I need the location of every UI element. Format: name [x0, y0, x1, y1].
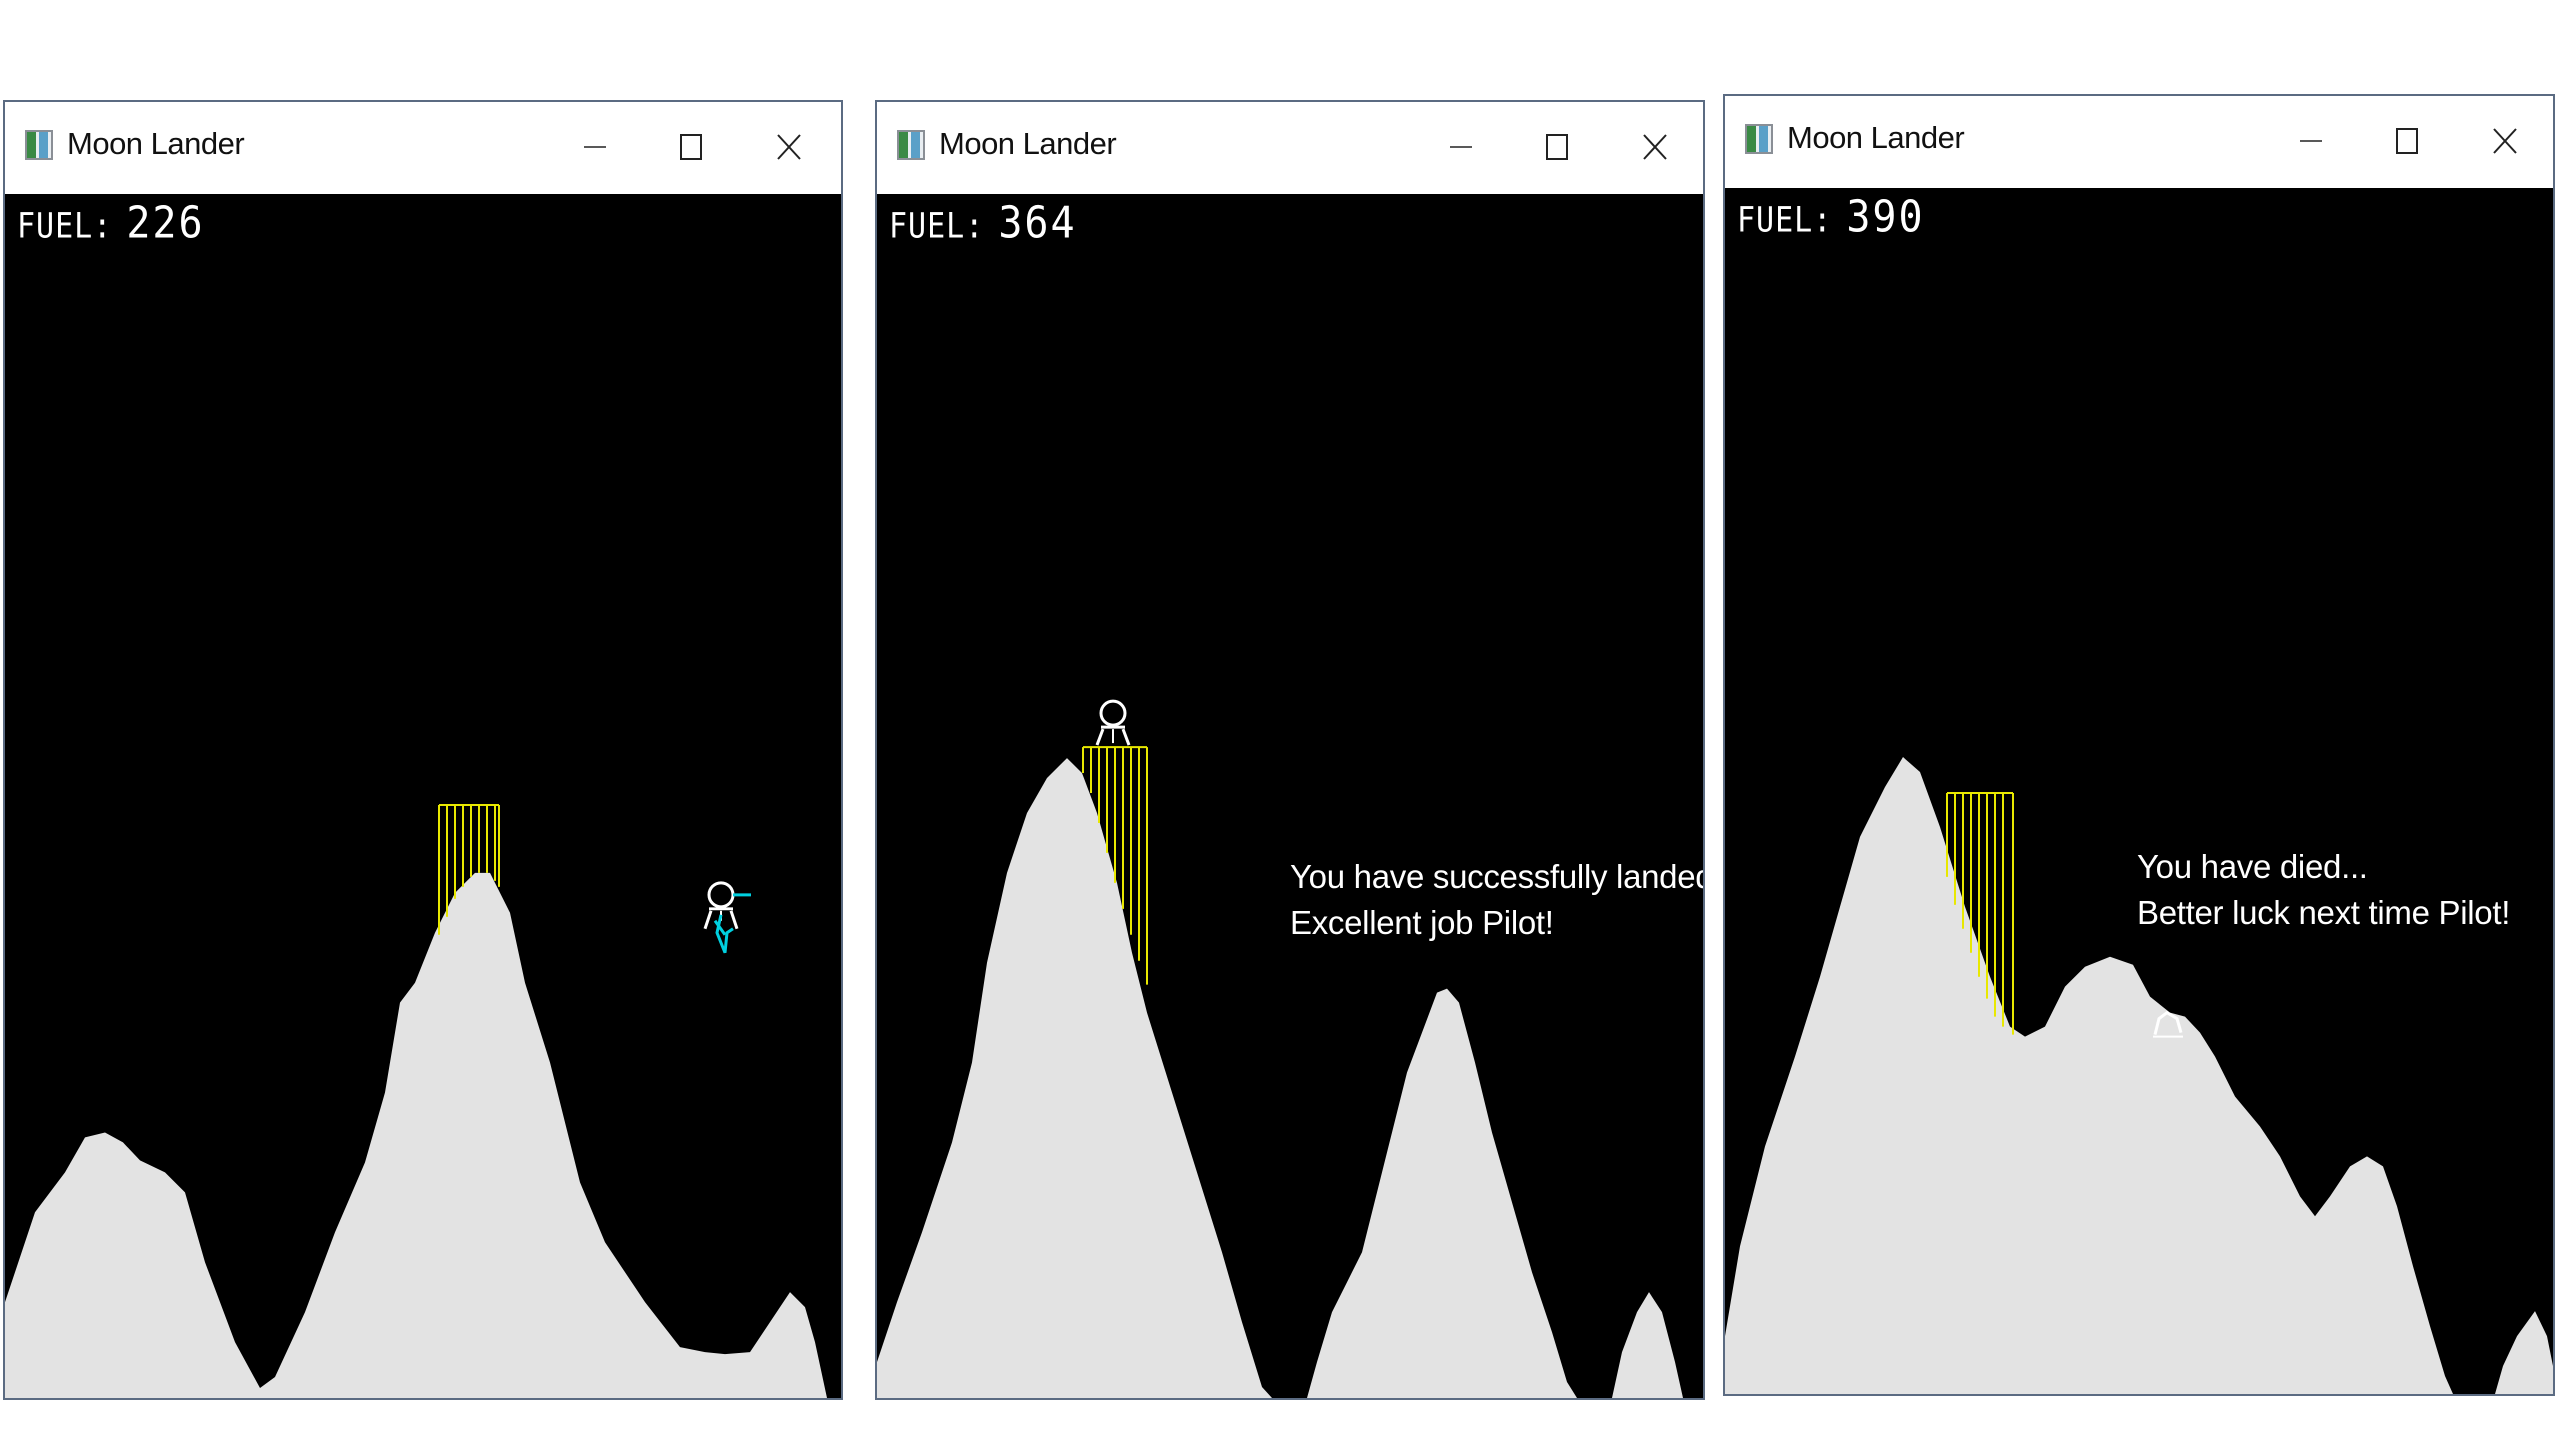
fuel-value: 390: [1846, 191, 1925, 243]
page: Moon Lander FUEL: 226 Moon Lander FUEL: …: [0, 0, 2560, 1440]
game-canvas[interactable]: FUEL: 364 You have successfully landed! …: [877, 194, 1703, 1398]
maximize-button[interactable]: [2375, 110, 2439, 172]
fuel-label: FUEL:: [1737, 200, 1833, 241]
fuel-label: FUEL:: [889, 206, 985, 247]
moon-lander-window-1: Moon Lander FUEL: 226: [3, 100, 843, 1400]
game-scene: [877, 699, 1683, 1398]
close-icon: [777, 134, 801, 160]
lander: [703, 881, 739, 930]
title-bar[interactable]: Moon Lander: [877, 102, 1703, 194]
minimize-icon: [1450, 146, 1472, 148]
maximize-icon: [680, 134, 702, 160]
status-message: You have successfully landed! Excellent …: [1290, 854, 1703, 946]
window-title: Moon Lander: [939, 126, 1117, 161]
minimize-icon: [584, 146, 606, 148]
close-button[interactable]: [1623, 116, 1687, 178]
app-icon: [897, 130, 925, 160]
title-bar[interactable]: Moon Lander: [5, 102, 841, 194]
maximize-icon: [1546, 134, 1568, 160]
game-canvas[interactable]: FUEL: 226: [5, 194, 841, 1398]
app-icon: [25, 130, 53, 160]
minimize-button[interactable]: [2279, 110, 2343, 172]
lunar-terrain: [5, 872, 827, 1398]
fuel-value: 364: [998, 197, 1077, 249]
close-button[interactable]: [757, 116, 821, 178]
status-message: You have died... Better luck next time P…: [2137, 844, 2510, 936]
thrust-flame: [713, 893, 751, 954]
status-message-line-2: Better luck next time Pilot!: [2137, 894, 2511, 931]
moon-lander-window-2: Moon Lander FUEL: 364 You have successfu…: [875, 100, 1705, 1400]
window-title: Moon Lander: [1787, 120, 1965, 155]
status-message-line-2: Excellent job Pilot!: [1290, 904, 1554, 941]
title-bar[interactable]: Moon Lander: [1725, 96, 2553, 188]
app-icon: [1745, 124, 1773, 154]
game-scene: [5, 803, 827, 1398]
status-message-line-1: You have successfully landed!: [1290, 858, 1703, 895]
fuel-readout: FUEL: 226: [17, 197, 205, 249]
maximize-icon: [2396, 128, 2418, 154]
game-canvas[interactable]: FUEL: 390 You have died... Better luck n…: [1725, 188, 2553, 1394]
moon-lander-window-3: Moon Lander FUEL: 390 You have died... B…: [1723, 94, 2555, 1396]
status-message-line-1: You have died...: [2137, 848, 2368, 885]
fuel-readout: FUEL: 364: [889, 197, 1077, 249]
lander: [1095, 699, 1131, 746]
close-button[interactable]: [2473, 110, 2537, 172]
minimize-button[interactable]: [563, 116, 627, 178]
window-title: Moon Lander: [67, 126, 245, 161]
close-icon: [2493, 128, 2517, 154]
fuel-value: 226: [126, 197, 205, 249]
minimize-button[interactable]: [1429, 116, 1493, 178]
close-icon: [1643, 134, 1667, 160]
maximize-button[interactable]: [1525, 116, 1589, 178]
fuel-label: FUEL:: [17, 206, 113, 247]
game-scene: [1725, 757, 2553, 1394]
minimize-icon: [2300, 140, 2322, 142]
fuel-readout: FUEL: 390: [1737, 191, 1925, 243]
maximize-button[interactable]: [659, 116, 723, 178]
